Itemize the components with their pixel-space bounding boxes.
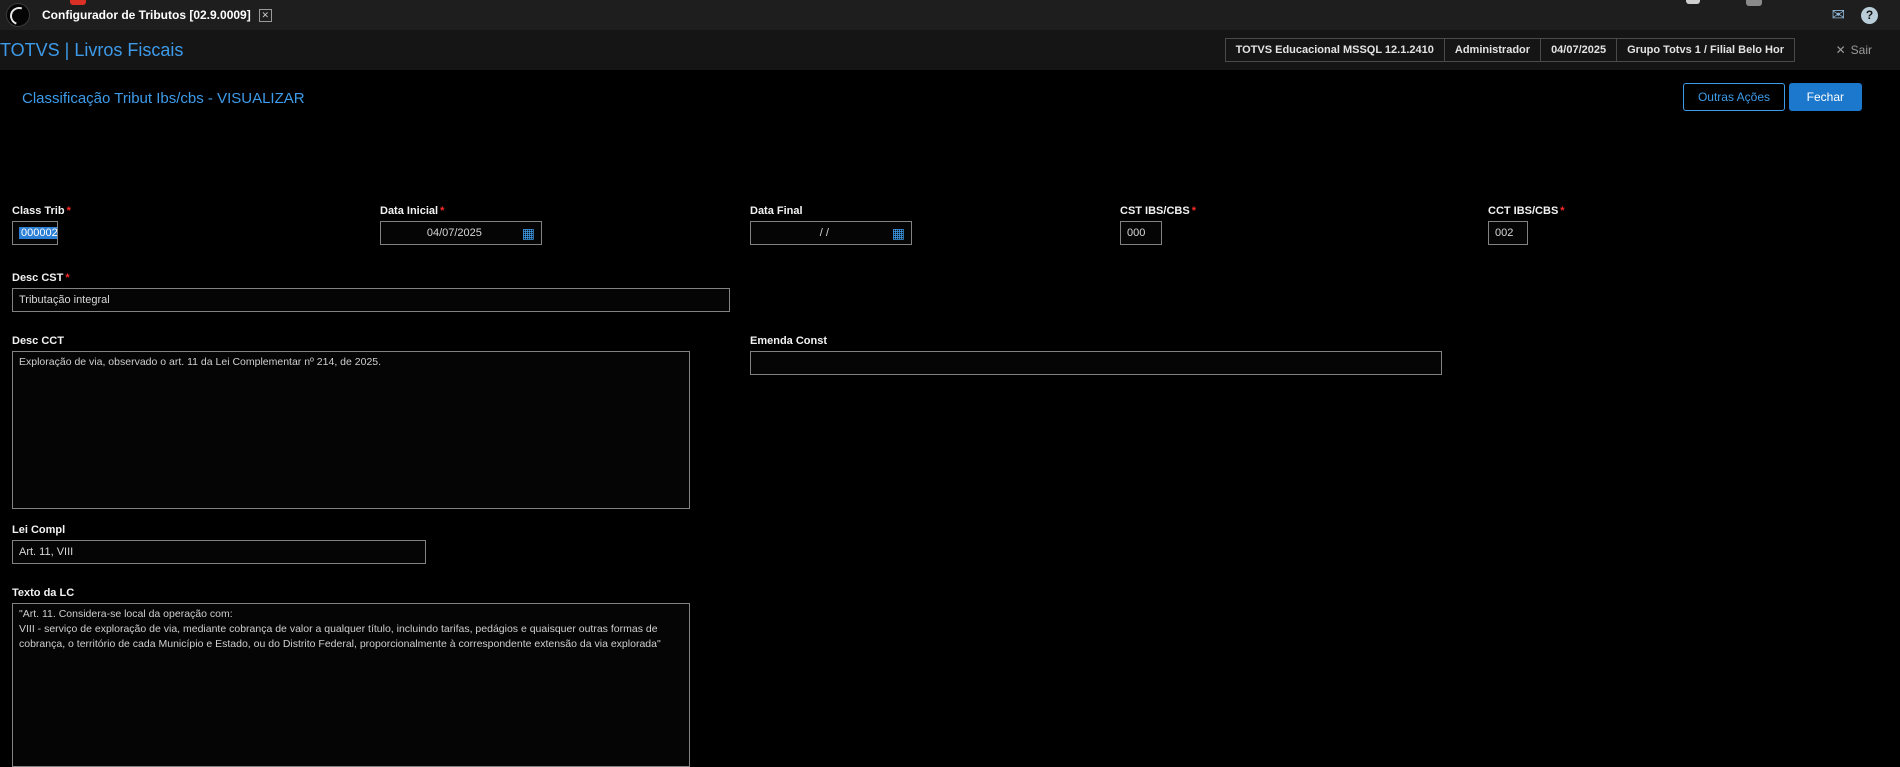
close-button[interactable]: Fechar <box>1788 83 1862 111</box>
tab-close-icon[interactable]: ✕ <box>258 8 272 22</box>
desc-cct-label: Desc CCT <box>12 335 64 347</box>
emenda-const-label: Emenda Const <box>750 335 828 347</box>
clipped-browser-icon <box>1746 0 1762 6</box>
class-trib-input[interactable]: 000002 <box>12 221 58 245</box>
calendar-icon[interactable]: ▦ <box>522 226 535 240</box>
page-title: Classificação Tribut Ibs/cbs - VISUALIZA… <box>22 90 305 107</box>
brand-title: TOTVS | Livros Fiscais <box>0 39 184 60</box>
user-name: Administrador <box>1443 38 1542 62</box>
module-tab[interactable]: Configurador de Tributos [02.9.0009] ✕ <box>42 0 272 30</box>
environment-name: TOTVS Educacional MSSQL 12.1.2410 <box>1224 38 1445 62</box>
desc-cst-value: Tributação integral <box>19 294 110 306</box>
other-actions-button[interactable]: Outras Ações <box>1682 83 1785 111</box>
data-final-label: Data Final <box>750 205 803 217</box>
company-branch: Grupo Totvs 1 / Filial Belo Hor <box>1616 38 1795 62</box>
texto-lc-textarea[interactable]: "Art. 11. Considera-se local da operação… <box>12 603 690 767</box>
cct-ibs-cbs-input[interactable]: 002 <box>1488 221 1528 245</box>
app-topbar: Configurador de Tributos [02.9.0009] ✕ ✉… <box>0 0 1900 30</box>
desc-cst-label: Desc CST * <box>12 272 70 284</box>
totvs-logo-icon <box>6 3 30 27</box>
clipped-browser-icon <box>1686 0 1700 4</box>
app-header: TOTVS | Livros Fiscais TOTVS Educacional… <box>0 30 1900 70</box>
cst-ibs-cbs-input[interactable]: 000 <box>1120 221 1162 245</box>
logout-button[interactable]: ✕ Sair <box>1836 43 1872 57</box>
logout-x-icon: ✕ <box>1835 43 1846 57</box>
logout-label: Sair <box>1850 43 1872 57</box>
lei-compl-input[interactable]: Art. 11, VIII <box>12 540 426 564</box>
mail-icon[interactable]: ✉ <box>1832 5 1845 25</box>
desc-cst-input[interactable]: Tributação integral <box>12 288 730 312</box>
class-trib-label: Class Trib * <box>12 205 71 217</box>
field-emenda-const: Emenda Const <box>750 334 1442 375</box>
main-content: Classificação Tribut Ibs/cbs - VISUALIZA… <box>0 70 1900 767</box>
texto-lc-label: Texto da LC <box>12 587 75 599</box>
field-class-trib: Class Trib * 000002 <box>12 204 71 245</box>
field-lei-compl: Lei Compl Art. 11, VIII <box>12 523 426 564</box>
field-data-inicial: Data Inicial * 04/07/2025 ▦ <box>380 204 542 245</box>
data-final-value: / / <box>819 227 829 239</box>
lei-compl-label: Lei Compl <box>12 524 66 536</box>
module-tab-label: Configurador de Tributos [02.9.0009] <box>42 8 251 22</box>
lei-compl-value: Art. 11, VIII <box>19 546 74 558</box>
required-marker: * <box>440 205 445 217</box>
field-data-final: Data Final / / ▦ <box>750 204 912 245</box>
cst-ibs-cbs-value: 000 <box>1127 227 1146 239</box>
field-texto-lc: Texto da LC "Art. 11. Considera-se local… <box>12 586 690 767</box>
emenda-const-input[interactable] <box>750 351 1442 375</box>
cst-ibs-cbs-label: CST IBS/CBS * <box>1120 205 1196 217</box>
required-marker: * <box>65 272 70 284</box>
help-icon[interactable]: ? <box>1861 6 1878 24</box>
calendar-icon[interactable]: ▦ <box>892 226 905 240</box>
cct-ibs-cbs-value: 002 <box>1495 227 1514 239</box>
desc-cct-textarea[interactable]: Exploração de via, observado o art. 11 d… <box>12 351 690 509</box>
field-desc-cst: Desc CST * Tributação integral <box>12 271 730 312</box>
topbar-icon-group: ✉ ? <box>1832 0 1878 30</box>
data-inicial-value: 04/07/2025 <box>426 227 482 239</box>
data-inicial-input[interactable]: 04/07/2025 ▦ <box>380 221 542 245</box>
field-cst-ibs-cbs: CST IBS/CBS * 000 <box>1120 204 1196 245</box>
required-marker: * <box>1560 205 1565 217</box>
field-desc-cct: Desc CCT Exploração de via, observado o … <box>12 334 690 509</box>
current-date: 04/07/2025 <box>1540 38 1618 62</box>
data-final-input[interactable]: / / ▦ <box>750 221 912 245</box>
class-trib-value: 000002 <box>19 227 58 239</box>
required-marker: * <box>66 205 71 217</box>
cct-ibs-cbs-label: CCT IBS/CBS * <box>1488 205 1565 217</box>
environment-info: TOTVS Educacional MSSQL 12.1.2410 Admini… <box>1224 38 1795 62</box>
required-marker: * <box>1191 205 1196 217</box>
field-cct-ibs-cbs: CCT IBS/CBS * 002 <box>1488 204 1565 245</box>
data-inicial-label: Data Inicial * <box>380 205 445 217</box>
